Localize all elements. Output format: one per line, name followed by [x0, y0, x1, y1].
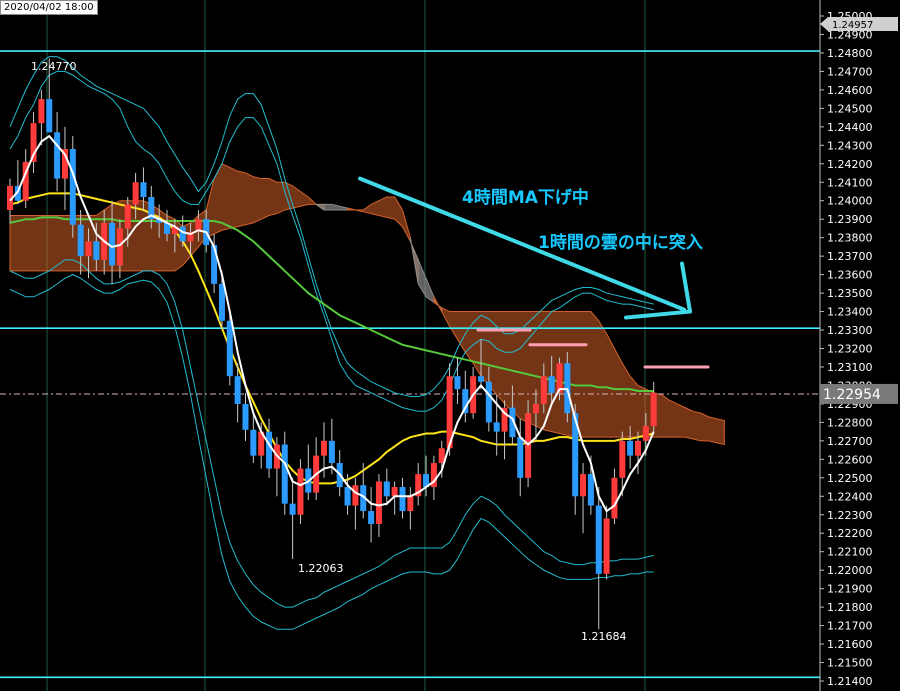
candle-body — [580, 474, 587, 497]
candle-body — [124, 204, 131, 229]
candle-body — [407, 496, 414, 512]
candle-body — [383, 481, 390, 497]
candle-body — [619, 440, 626, 478]
price-axis-label: 1.21800 — [827, 601, 873, 614]
price-axis-label: 1.22700 — [827, 435, 873, 448]
price-axis-label: 1.22100 — [827, 546, 873, 559]
candle-body — [548, 376, 555, 393]
candle-body — [140, 182, 147, 198]
candle-body — [250, 429, 257, 456]
candle-body — [77, 224, 84, 257]
price-axis-label: 1.22500 — [827, 472, 873, 485]
candle-body — [611, 477, 618, 519]
current-price-label: 1.22954 — [823, 387, 881, 403]
price-axis-label: 1.21700 — [827, 620, 873, 633]
candle-body — [352, 485, 359, 506]
candle-body — [132, 182, 139, 205]
candle-body — [179, 226, 186, 242]
candle-body — [627, 440, 634, 456]
candle-body — [85, 241, 92, 257]
candle-body — [391, 487, 398, 497]
candle-body — [635, 440, 641, 456]
candle-body — [321, 440, 327, 456]
candle-body — [532, 403, 539, 414]
chart-background — [0, 0, 900, 691]
candle-body — [454, 376, 461, 390]
price-axis-label: 1.24200 — [827, 158, 873, 171]
price-axis-label: 1.23900 — [827, 213, 873, 226]
candle-body — [226, 320, 233, 377]
price-axis-label: 1.24500 — [827, 102, 873, 115]
timestamp-label: 2020/04/02 18:00 — [0, 0, 98, 15]
price-axis-label: 1.22400 — [827, 490, 873, 503]
chart-window: 4時間MA下げ中 1時間の雲の中に突入 1.24770 1.22063 1.21684 1… — [0, 0, 900, 691]
candle-body — [595, 505, 602, 574]
candle-body — [69, 149, 76, 225]
price-axis-label: 1.23800 — [827, 232, 873, 245]
price-axis-label: 1.22600 — [827, 453, 873, 466]
candle-body — [587, 474, 594, 506]
candle-body — [234, 376, 241, 404]
candle-body — [54, 132, 61, 179]
candle-body — [289, 503, 296, 515]
price-axis-label: 1.21500 — [827, 657, 873, 670]
candle-body — [399, 487, 406, 512]
high-price-label: 1.24770 — [31, 60, 77, 73]
price-axis-label: 1.24100 — [827, 176, 873, 189]
candle-body — [540, 376, 547, 404]
candle-body — [517, 437, 524, 478]
candle-body — [493, 422, 500, 432]
low-price-label-2: 1.21684 — [581, 630, 627, 643]
price-axis-label: 1.24700 — [827, 65, 873, 78]
candle-body — [242, 403, 249, 430]
price-axis-label: 1.24800 — [827, 47, 873, 60]
price-axis-label: 1.23300 — [827, 324, 873, 337]
candle-body — [375, 481, 382, 524]
candle-body — [266, 431, 273, 469]
candle-body — [478, 376, 484, 382]
price-axis-label: 1.21400 — [827, 675, 873, 688]
candle-body — [297, 468, 304, 515]
price-axis-label: 1.23600 — [827, 269, 873, 282]
candle-body — [328, 440, 335, 464]
candle-body — [93, 241, 100, 260]
price-axis-label: 1.24300 — [827, 139, 873, 152]
price-axis-label: 1.24000 — [827, 195, 873, 208]
annotation-ma-note: 4時間MA下げ中 — [462, 187, 589, 208]
candle-body — [650, 392, 657, 427]
price-chart[interactable]: 4時間MA下げ中 1時間の雲の中に突入 1.24770 1.22063 1.21684 1… — [0, 0, 900, 691]
candle-body — [485, 381, 492, 423]
price-axis-label: 1.23700 — [827, 250, 873, 263]
price-axis-label: 1.22200 — [827, 527, 873, 540]
candle-body — [218, 283, 225, 321]
candle-body — [46, 99, 53, 133]
annotation-cloud-note: 1時間の雲の中に突入 — [538, 232, 703, 253]
price-axis-label: 1.21600 — [827, 638, 873, 651]
candle-body — [116, 228, 123, 266]
top-price-tag-label: 1.24957 — [832, 20, 873, 31]
price-axis-label: 1.22300 — [827, 509, 873, 522]
price-axis-label: 1.22800 — [827, 416, 873, 429]
candle-body — [38, 99, 45, 124]
price-axis-label: 1.23100 — [827, 361, 873, 374]
candle-body — [344, 487, 351, 506]
price-axis-label: 1.21900 — [827, 583, 873, 596]
candle-body — [281, 444, 288, 504]
candle-body — [603, 518, 610, 574]
price-axis-label: 1.23200 — [827, 343, 873, 356]
price-axis-label: 1.23400 — [827, 306, 873, 319]
price-axis-label: 1.24600 — [827, 84, 873, 97]
candle-body — [368, 511, 375, 524]
price-axis-label: 1.24400 — [827, 121, 873, 134]
candle-body — [109, 222, 116, 266]
low-price-label: 1.22063 — [298, 562, 344, 575]
price-axis-label: 1.23500 — [827, 287, 873, 300]
candle-body — [642, 426, 649, 441]
price-axis-label: 1.22000 — [827, 564, 873, 577]
